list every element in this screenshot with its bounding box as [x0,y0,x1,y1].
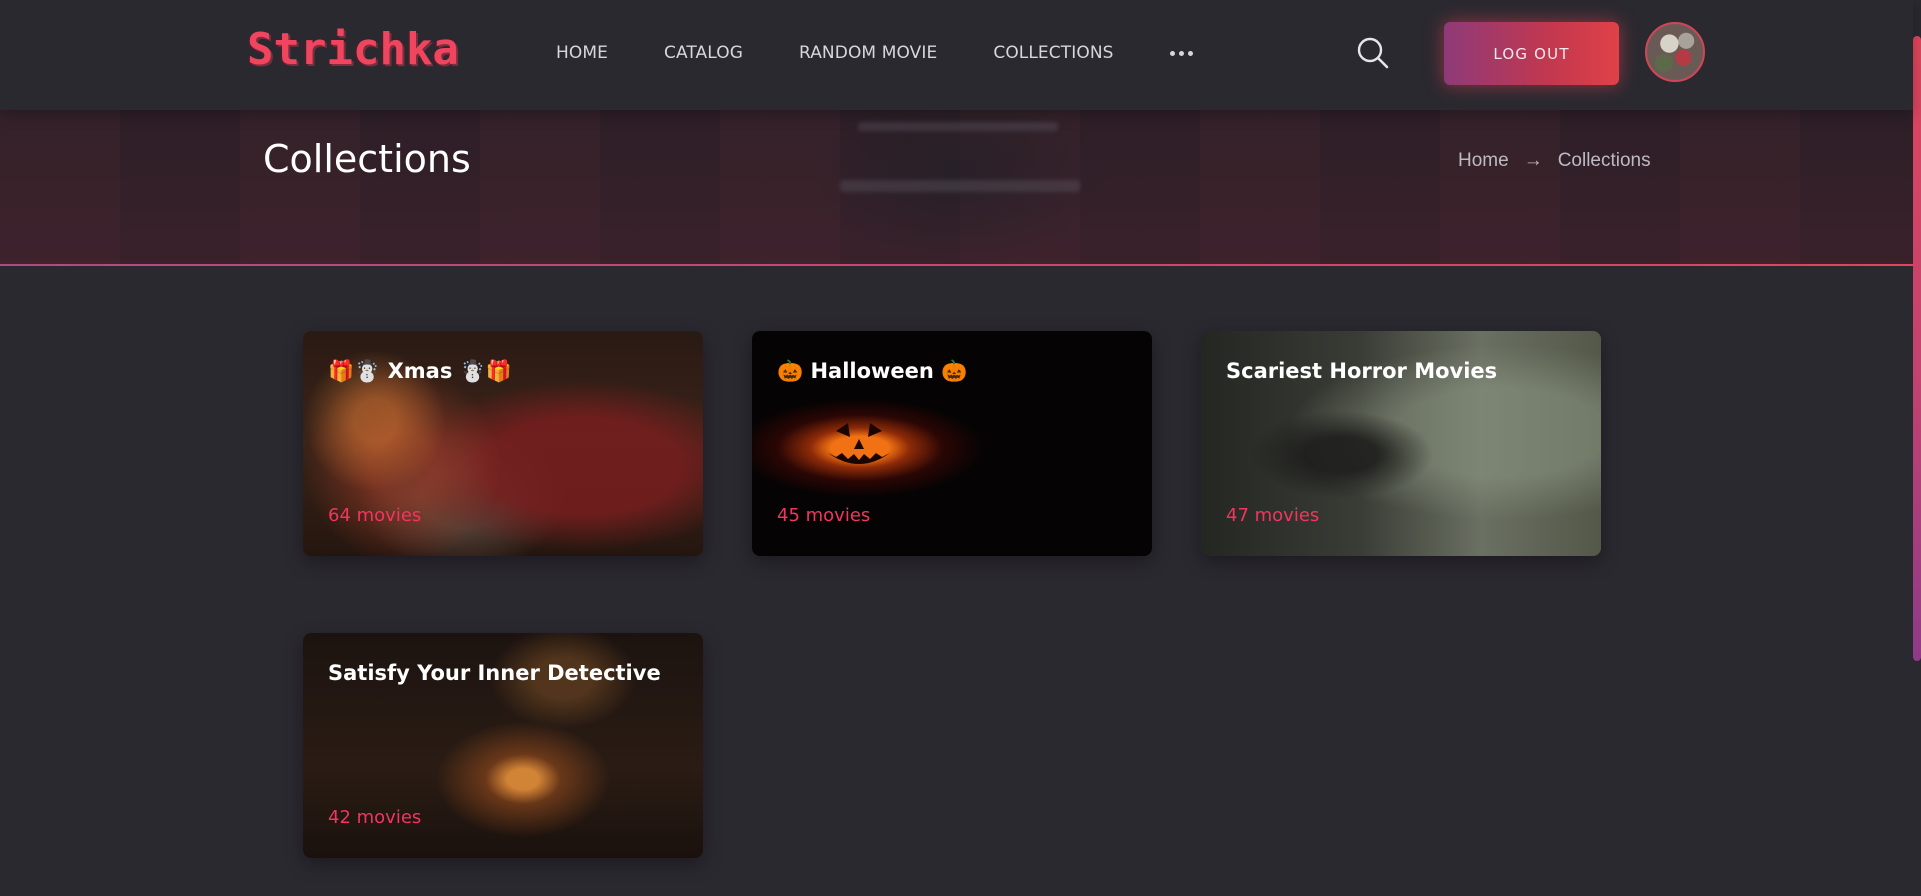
pumpkin-icon [828,423,890,464]
main-nav: HOME CATALOG RANDOM MOVIE COLLECTIONS [556,40,1193,66]
collection-card-scariest-horror[interactable]: Scariest Horror Movies 47 movies [1201,331,1601,556]
logout-button[interactable]: LOG OUT [1444,22,1619,85]
nav-catalog[interactable]: CATALOG [664,43,743,63]
nav-collections[interactable]: COLLECTIONS [993,43,1113,63]
dot [1169,50,1175,56]
collection-card-inner-detective[interactable]: Satisfy Your Inner Detective 42 movies [303,633,703,858]
nav-random-movie[interactable]: RANDOM MOVIE [799,43,937,63]
collection-card-halloween[interactable]: 🎃 Halloween 🎃 45 movies [752,331,1152,556]
breadcrumb-home-link[interactable]: Home [1458,150,1509,172]
banner-backdrop-detail [840,180,1080,192]
scrollbar-thumb[interactable] [1913,36,1921,661]
site-logo[interactable]: Strichka [247,24,459,75]
ellipsis-icon[interactable] [1169,40,1193,66]
breadcrumb: Home → Collections [1458,150,1651,172]
collection-movie-count: 64 movies [328,505,422,526]
search-icon[interactable] [1356,36,1390,70]
dot [1187,50,1193,56]
collection-movie-count: 42 movies [328,807,422,828]
collection-movie-count: 47 movies [1226,505,1320,526]
site-header: Strichka HOME CATALOG RANDOM MOVIE COLLE… [0,0,1913,110]
banner-divider [0,264,1913,266]
collection-title: Satisfy Your Inner Detective [328,661,661,685]
collection-movie-count: 45 movies [777,505,871,526]
collection-card-xmas[interactable]: 🎁☃️ Xmas ☃️🎁 64 movies [303,331,703,556]
avatar[interactable] [1645,22,1705,82]
collection-title: 🎁☃️ Xmas ☃️🎁 [328,359,512,383]
page-banner [0,110,1913,265]
banner-backdrop-detail [858,122,1058,131]
arrow-right-icon: → [1523,150,1543,171]
breadcrumb-current: Collections [1557,150,1651,171]
collection-title: 🎃 Halloween 🎃 [777,359,968,383]
dot [1178,50,1184,56]
nav-home[interactable]: HOME [556,43,608,63]
page-title: Collections [263,137,471,181]
collection-title: Scariest Horror Movies [1226,359,1498,383]
page-scrollbar[interactable] [1913,0,1921,896]
